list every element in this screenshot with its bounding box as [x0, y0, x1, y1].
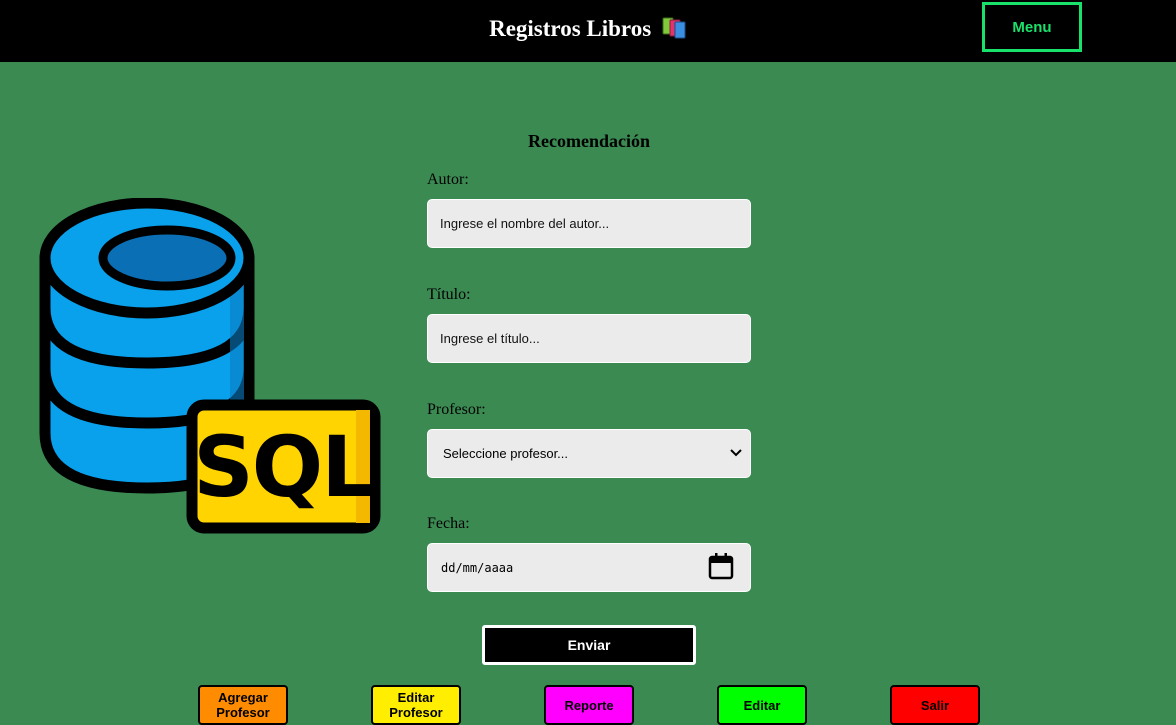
submit-button[interactable]: Enviar	[482, 625, 696, 665]
edit-button[interactable]: Editar	[717, 685, 807, 725]
top-bar: Registros Libros Menu	[0, 0, 1176, 62]
author-input[interactable]	[427, 199, 751, 248]
edit-teacher-button[interactable]: Editar Profesor	[371, 685, 461, 725]
teacher-label: Profesor:	[427, 401, 486, 418]
books-icon	[661, 17, 687, 45]
date-placeholder: dd/mm/aaaa	[441, 560, 514, 575]
report-button[interactable]: Reporte	[544, 685, 634, 725]
sql-text: SQL	[193, 418, 373, 516]
app-title-text: Registros Libros	[489, 16, 652, 41]
database-sql-icon: SQL	[30, 197, 382, 540]
add-teacher-button[interactable]: Agregar Profesor	[198, 685, 288, 725]
date-input[interactable]: dd/mm/aaaa	[427, 543, 751, 592]
title-label: Título:	[427, 286, 471, 303]
teacher-select[interactable]: Seleccione profesor...	[427, 429, 751, 478]
date-label: Fecha:	[427, 515, 470, 532]
calendar-icon[interactable]	[708, 552, 734, 583]
author-label: Autor:	[427, 171, 469, 188]
form-heading: Recomendación	[528, 131, 650, 151]
exit-button[interactable]: Salir	[890, 685, 980, 725]
title-input[interactable]	[427, 314, 751, 363]
menu-button[interactable]: Menu	[982, 2, 1082, 52]
